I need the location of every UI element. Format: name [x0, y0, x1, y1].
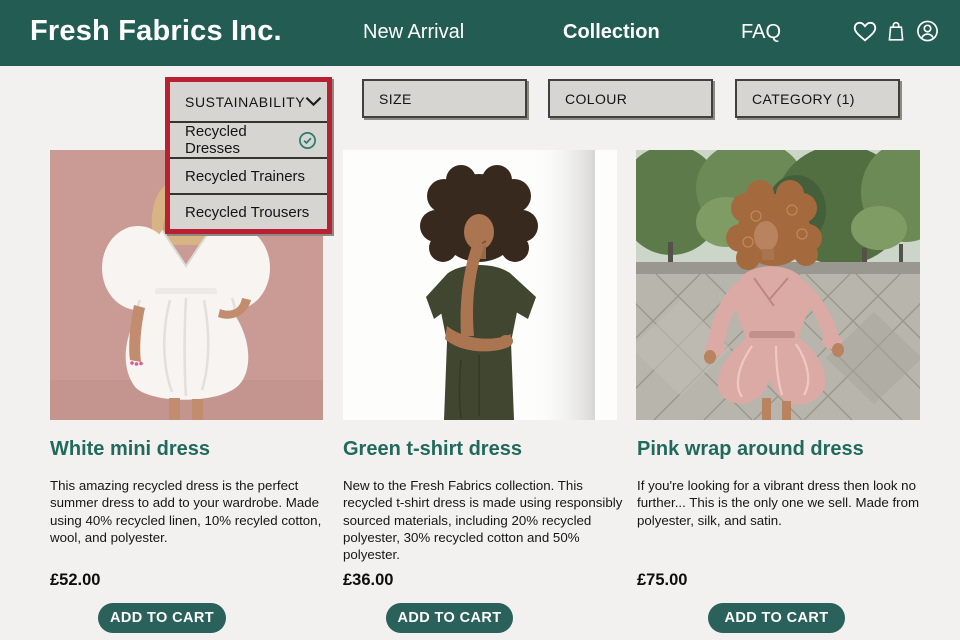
sustainability-dropdown-toggle[interactable]: SUSTAINABILITY — [170, 82, 327, 121]
add-to-cart-button[interactable]: ADD TO CART — [386, 603, 513, 633]
dropdown-option-recycled-dresses[interactable]: Recycled Dresses — [170, 121, 327, 157]
add-to-cart-button[interactable]: ADD TO CART — [98, 603, 226, 633]
filter-colour-button[interactable]: COLOUR — [548, 79, 713, 118]
sustainability-dropdown: SUSTAINABILITY Recycled Dresses Recycled… — [165, 77, 332, 234]
pink-wrap-dress-photo[interactable] — [636, 150, 920, 420]
dropdown-option-label: Recycled Dresses — [185, 123, 247, 157]
sustainability-dropdown-label: SUSTAINABILITY — [185, 93, 306, 110]
product-price: £75.00 — [637, 571, 688, 589]
check-circle-icon — [298, 131, 317, 150]
product-description: New to the Fresh Fabrics collection. Thi… — [343, 478, 623, 563]
site-header: Fresh Fabrics Inc. New Arrival Collectio… — [0, 0, 960, 66]
product-price: £52.00 — [50, 571, 101, 589]
product-description: This amazing recycled dress is the perfe… — [50, 478, 322, 545]
filter-category-button[interactable]: CATEGORY (1) — [735, 79, 900, 118]
chevron-down-icon — [305, 96, 322, 107]
filter-size-button[interactable]: SIZE — [362, 79, 527, 118]
nav-collection[interactable]: Collection — [563, 21, 660, 44]
product-title: Pink wrap around dress — [637, 438, 864, 460]
add-to-cart-button[interactable]: ADD TO CART — [708, 603, 845, 633]
dropdown-option-label: Recycled Trainers — [185, 167, 306, 185]
wishlist-heart-icon[interactable] — [852, 18, 878, 44]
product-description: If you're looking for a vibrant dress th… — [637, 478, 920, 528]
dropdown-option-recycled-trousers[interactable]: Recycled Trousers — [170, 193, 327, 229]
nav-new-arrival[interactable]: New Arrival — [363, 21, 464, 44]
nav-faq[interactable]: FAQ — [741, 21, 781, 44]
shopping-bag-icon[interactable] — [884, 18, 910, 44]
account-icon[interactable] — [915, 18, 941, 44]
green-tshirt-dress-photo[interactable] — [343, 150, 617, 420]
site-logo: Fresh Fabrics Inc. — [30, 15, 282, 47]
fresh-fabrics-collection-page: Fresh Fabrics Inc. New Arrival Collectio… — [0, 0, 960, 640]
product-title: White mini dress — [50, 438, 211, 460]
product-title: Green t-shirt dress — [343, 438, 522, 460]
dropdown-option-label: Recycled Trousers — [185, 203, 310, 221]
dropdown-option-recycled-trainers[interactable]: Recycled Trainers — [170, 157, 327, 193]
product-price: £36.00 — [343, 571, 394, 589]
